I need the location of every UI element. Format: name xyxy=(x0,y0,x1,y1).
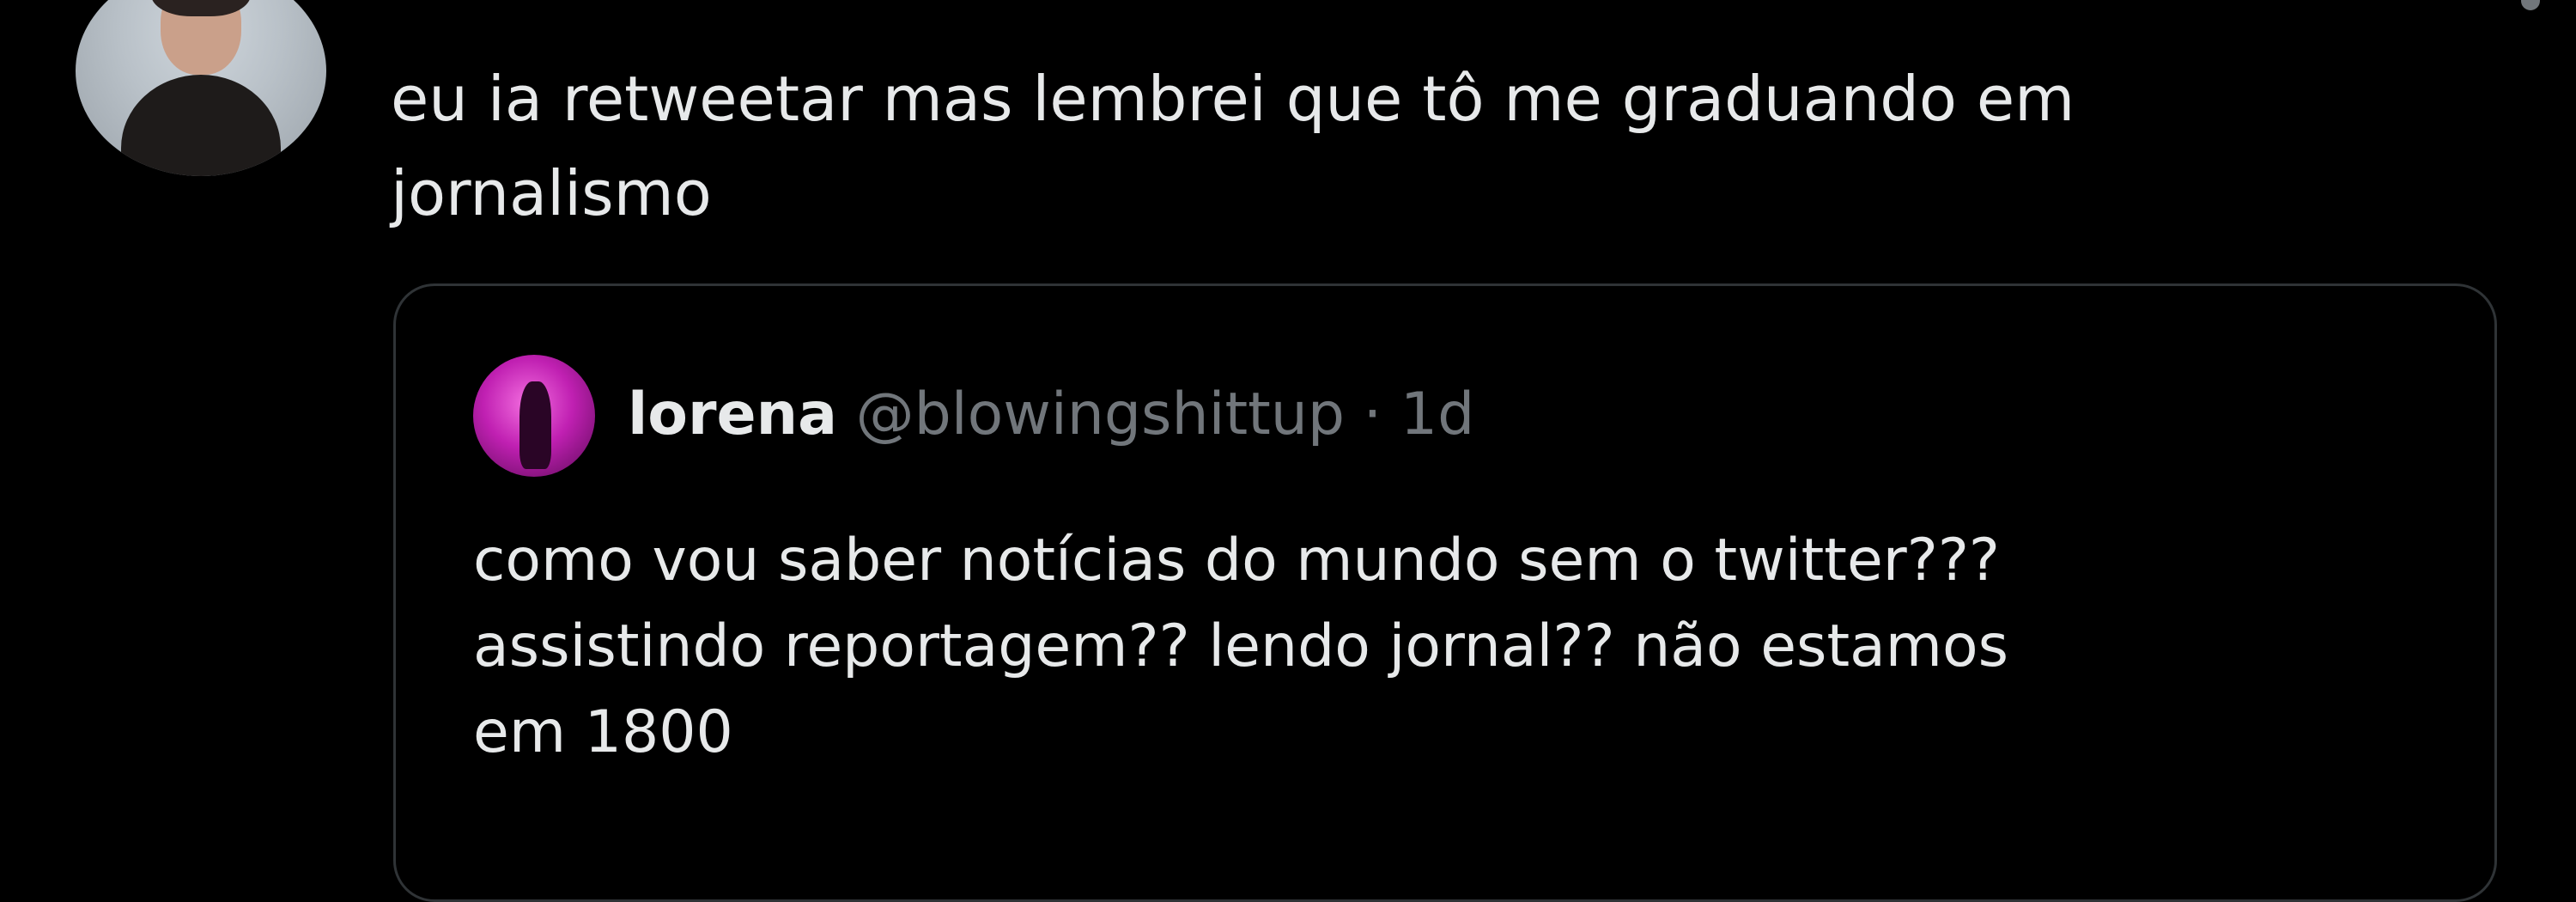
quoted-tweet-text: como vou saber notícias do mundo sem o t… xyxy=(473,527,2009,766)
quoted-tweet[interactable]: lorena @blowingshittup · 1d como vou sab… xyxy=(393,283,2497,902)
more-options-icon[interactable] xyxy=(2521,0,2540,10)
quoted-tweet-separator: · xyxy=(1363,381,1382,448)
quoted-tweet-header: lorena @blowingshittup · 1d xyxy=(628,372,1474,458)
tweet-text: eu ia retweetar mas lembrei que tô me gr… xyxy=(391,63,2075,229)
quoted-author-handle[interactable]: @blowingshittup xyxy=(856,381,1345,448)
avatar-figure xyxy=(519,381,551,470)
quoted-tweet-timestamp[interactable]: 1d xyxy=(1400,381,1474,448)
avatar-figure-body xyxy=(120,75,282,176)
quoted-author-name[interactable]: lorena xyxy=(628,381,837,448)
author-avatar[interactable] xyxy=(76,0,326,176)
quoted-author-avatar[interactable] xyxy=(473,355,595,477)
